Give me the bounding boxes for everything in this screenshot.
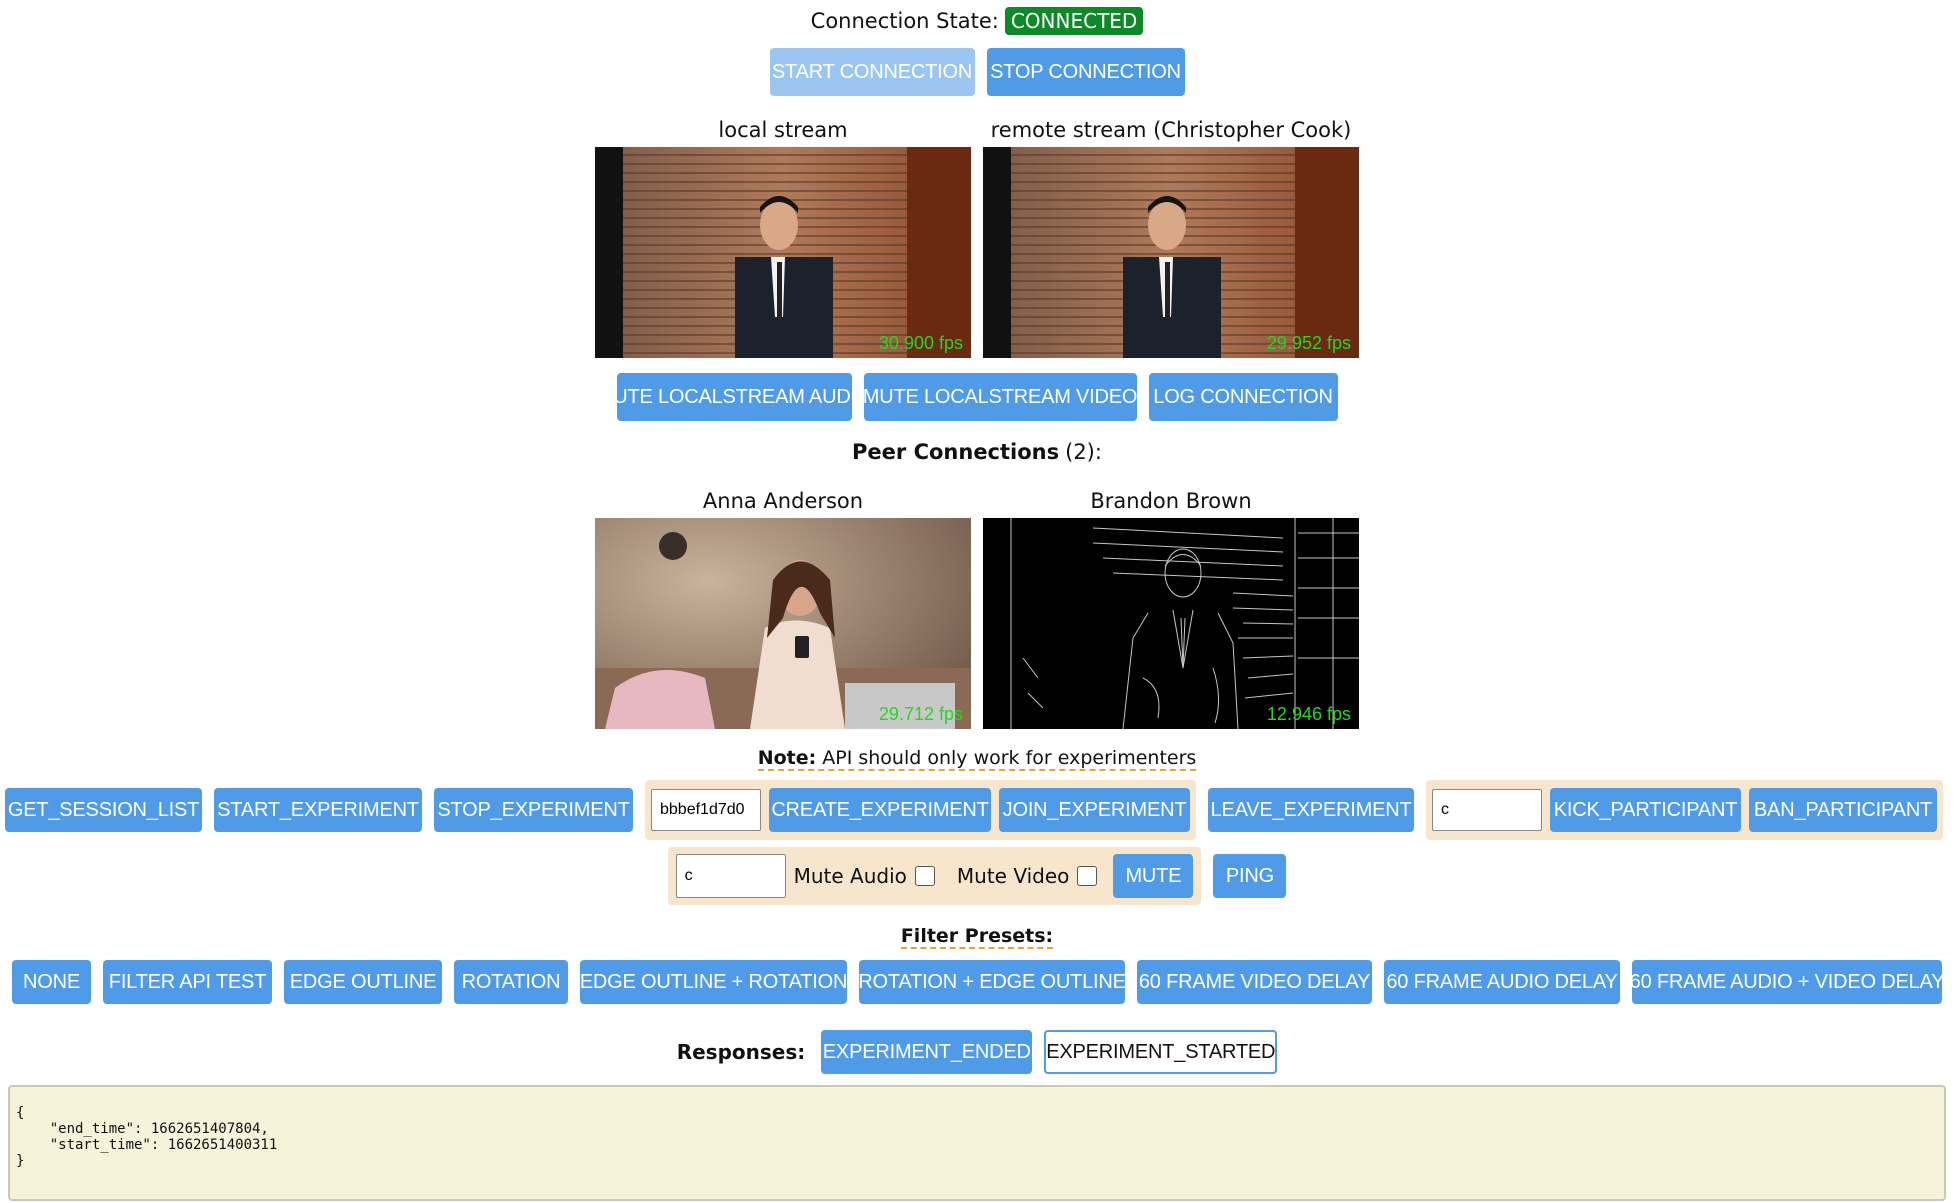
filter-edge-outline-rotation-button[interactable]: EDGE OUTLINE + ROTATION <box>580 960 847 1004</box>
mute-participant-input[interactable] <box>675 854 786 898</box>
filter-none-button[interactable]: NONE <box>12 960 91 1004</box>
kick-participant-button[interactable]: KICK_PARTICIPANT <box>1550 788 1741 832</box>
experiment-group: CREATE_EXPERIMENT JOIN_EXPERIMENT <box>645 780 1196 840</box>
filter-presets-title: Filter Presets: <box>900 925 1054 949</box>
peer-video-brandon: 12.946 fps <box>983 518 1359 729</box>
mute-localstream-video-button[interactable]: MUTE LOCALSTREAM VIDEO <box>863 373 1137 421</box>
mute-localstream-audio-button[interactable]: MUTE LOCALSTREAM AUDIO <box>597 373 871 421</box>
experiment-id-input[interactable] <box>651 789 761 831</box>
api-note-text: Note: API should only work for experimen… <box>757 747 1197 771</box>
connection-state-label: Connection State: <box>810 9 999 33</box>
peer-name: Anna Anderson <box>702 489 864 513</box>
filter-60-frame-audio-delay-button[interactable]: 60 FRAME AUDIO DELAY <box>1384 960 1620 1004</box>
man-portrait-image <box>595 147 971 358</box>
responses-row: Responses: EXPERIMENT_ENDED EXPERIMENT_S… <box>0 1030 1954 1074</box>
responses-label: Responses: <box>676 1040 806 1064</box>
join-experiment-button[interactable]: JOIN_EXPERIMENT <box>999 788 1190 832</box>
filter-rotation-edge-outline-button[interactable]: ROTATION + EDGE OUTLINE <box>858 960 1126 1004</box>
note-body: API should only work for experimenters <box>822 747 1197 769</box>
filter-api-test-button[interactable]: FILTER API TEST <box>103 960 272 1004</box>
local-stream-label: local stream <box>718 118 848 142</box>
stop-connection-button[interactable]: STOP CONNECTION <box>986 48 1185 96</box>
get-session-list-button[interactable]: GET_SESSION_LIST <box>5 788 202 832</box>
peer-fps: 12.946 fps <box>1266 704 1351 724</box>
mute-audio-checkbox[interactable] <box>914 866 935 886</box>
connection-state-badge: CONNECTED <box>1004 7 1144 35</box>
mute-button[interactable]: MUTE <box>1113 854 1194 898</box>
filter-rotation-button[interactable]: ROTATION <box>454 960 568 1004</box>
connection-state-row: Connection State: CONNECTED <box>0 6 1954 36</box>
local-stream-video: 30.900 fps <box>595 147 971 358</box>
peer-connections-count: (2): <box>1065 440 1102 464</box>
response-tab-experiment-ended[interactable]: EXPERIMENT_ENDED <box>821 1030 1033 1074</box>
response-tab-experiment-started[interactable]: EXPERIMENT_STARTED <box>1044 1030 1278 1074</box>
ban-participant-button[interactable]: BAN_PARTICIPANT <box>1749 788 1937 832</box>
response-output: { "end_time": 1662651407804, "start_time… <box>8 1085 1946 1201</box>
man-portrait-image <box>983 147 1359 358</box>
filter-presets-heading: Filter Presets: <box>0 923 1954 951</box>
peer-video-anna: 29.712 fps <box>595 518 971 729</box>
peer-fps: 29.712 fps <box>878 704 963 724</box>
create-experiment-button[interactable]: CREATE_EXPERIMENT <box>769 788 991 832</box>
stream-buttons: MUTE LOCALSTREAM AUDIO MUTE LOCALSTREAM … <box>0 373 1954 421</box>
edge-outline-image <box>983 518 1359 729</box>
api-note: Note: API should only work for experimen… <box>0 745 1954 773</box>
filter-presets-row: NONE FILTER API TEST EDGE OUTLINE ROTATI… <box>0 960 1954 1004</box>
mute-audio-label: Mute Audio <box>793 864 907 888</box>
filter-60-frame-audio-video-delay-button[interactable]: 60 FRAME AUDIO + VIDEO DELAY <box>1630 960 1945 1004</box>
mute-row: Mute Audio Mute Video MUTE PING <box>0 846 1954 906</box>
response-json: { "end_time": 1662651407804, "start_time… <box>16 1105 278 1169</box>
mute-participant-group: Mute Audio Mute Video MUTE <box>667 847 1202 905</box>
mute-video-checkbox[interactable] <box>1077 866 1098 886</box>
start-connection-button[interactable]: START CONNECTION <box>769 48 975 96</box>
api-row: GET_SESSION_LIST START_EXPERIMENT STOP_E… <box>5 780 1954 840</box>
stop-experiment-button[interactable]: STOP_EXPERIMENT <box>434 788 633 832</box>
local-fps: 30.900 fps <box>878 333 963 353</box>
leave-experiment-button[interactable]: LEAVE_EXPERIMENT <box>1208 788 1414 832</box>
peer-connections-title: Peer Connections <box>852 440 1060 464</box>
start-experiment-button[interactable]: START_EXPERIMENT <box>214 788 422 832</box>
note-bold: Note: <box>757 747 817 769</box>
participant-id-input[interactable] <box>1432 789 1542 831</box>
remote-fps: 29.952 fps <box>1266 333 1351 353</box>
filter-60-frame-video-delay-button[interactable]: 60 FRAME VIDEO DELAY <box>1137 960 1372 1004</box>
streams-row: 30.900 fps 29.952 fps <box>0 147 1954 358</box>
connection-controls: START CONNECTION STOP CONNECTION <box>0 48 1954 96</box>
peer-connections-heading: Peer Connections (2): <box>0 437 1954 467</box>
stream-labels: local stream remote stream (Christopher … <box>0 116 1954 144</box>
peer-videos: 29.712 fps 12.946 fps <box>0 518 1954 729</box>
mute-video-label: Mute Video <box>956 864 1070 888</box>
ping-button[interactable]: PING <box>1213 854 1287 898</box>
woman-with-phone-image <box>595 518 971 729</box>
remote-stream-video: 29.952 fps <box>983 147 1359 358</box>
remote-stream-label: remote stream (Christopher Cook) <box>990 118 1352 142</box>
participant-group: KICK_PARTICIPANT BAN_PARTICIPANT <box>1426 780 1943 840</box>
log-connection-button[interactable]: LOG CONNECTION <box>1148 373 1338 421</box>
peer-name: Brandon Brown <box>1090 489 1252 513</box>
peer-labels: Anna Anderson Brandon Brown <box>0 487 1954 515</box>
filter-edge-outline-button[interactable]: EDGE OUTLINE <box>284 960 442 1004</box>
